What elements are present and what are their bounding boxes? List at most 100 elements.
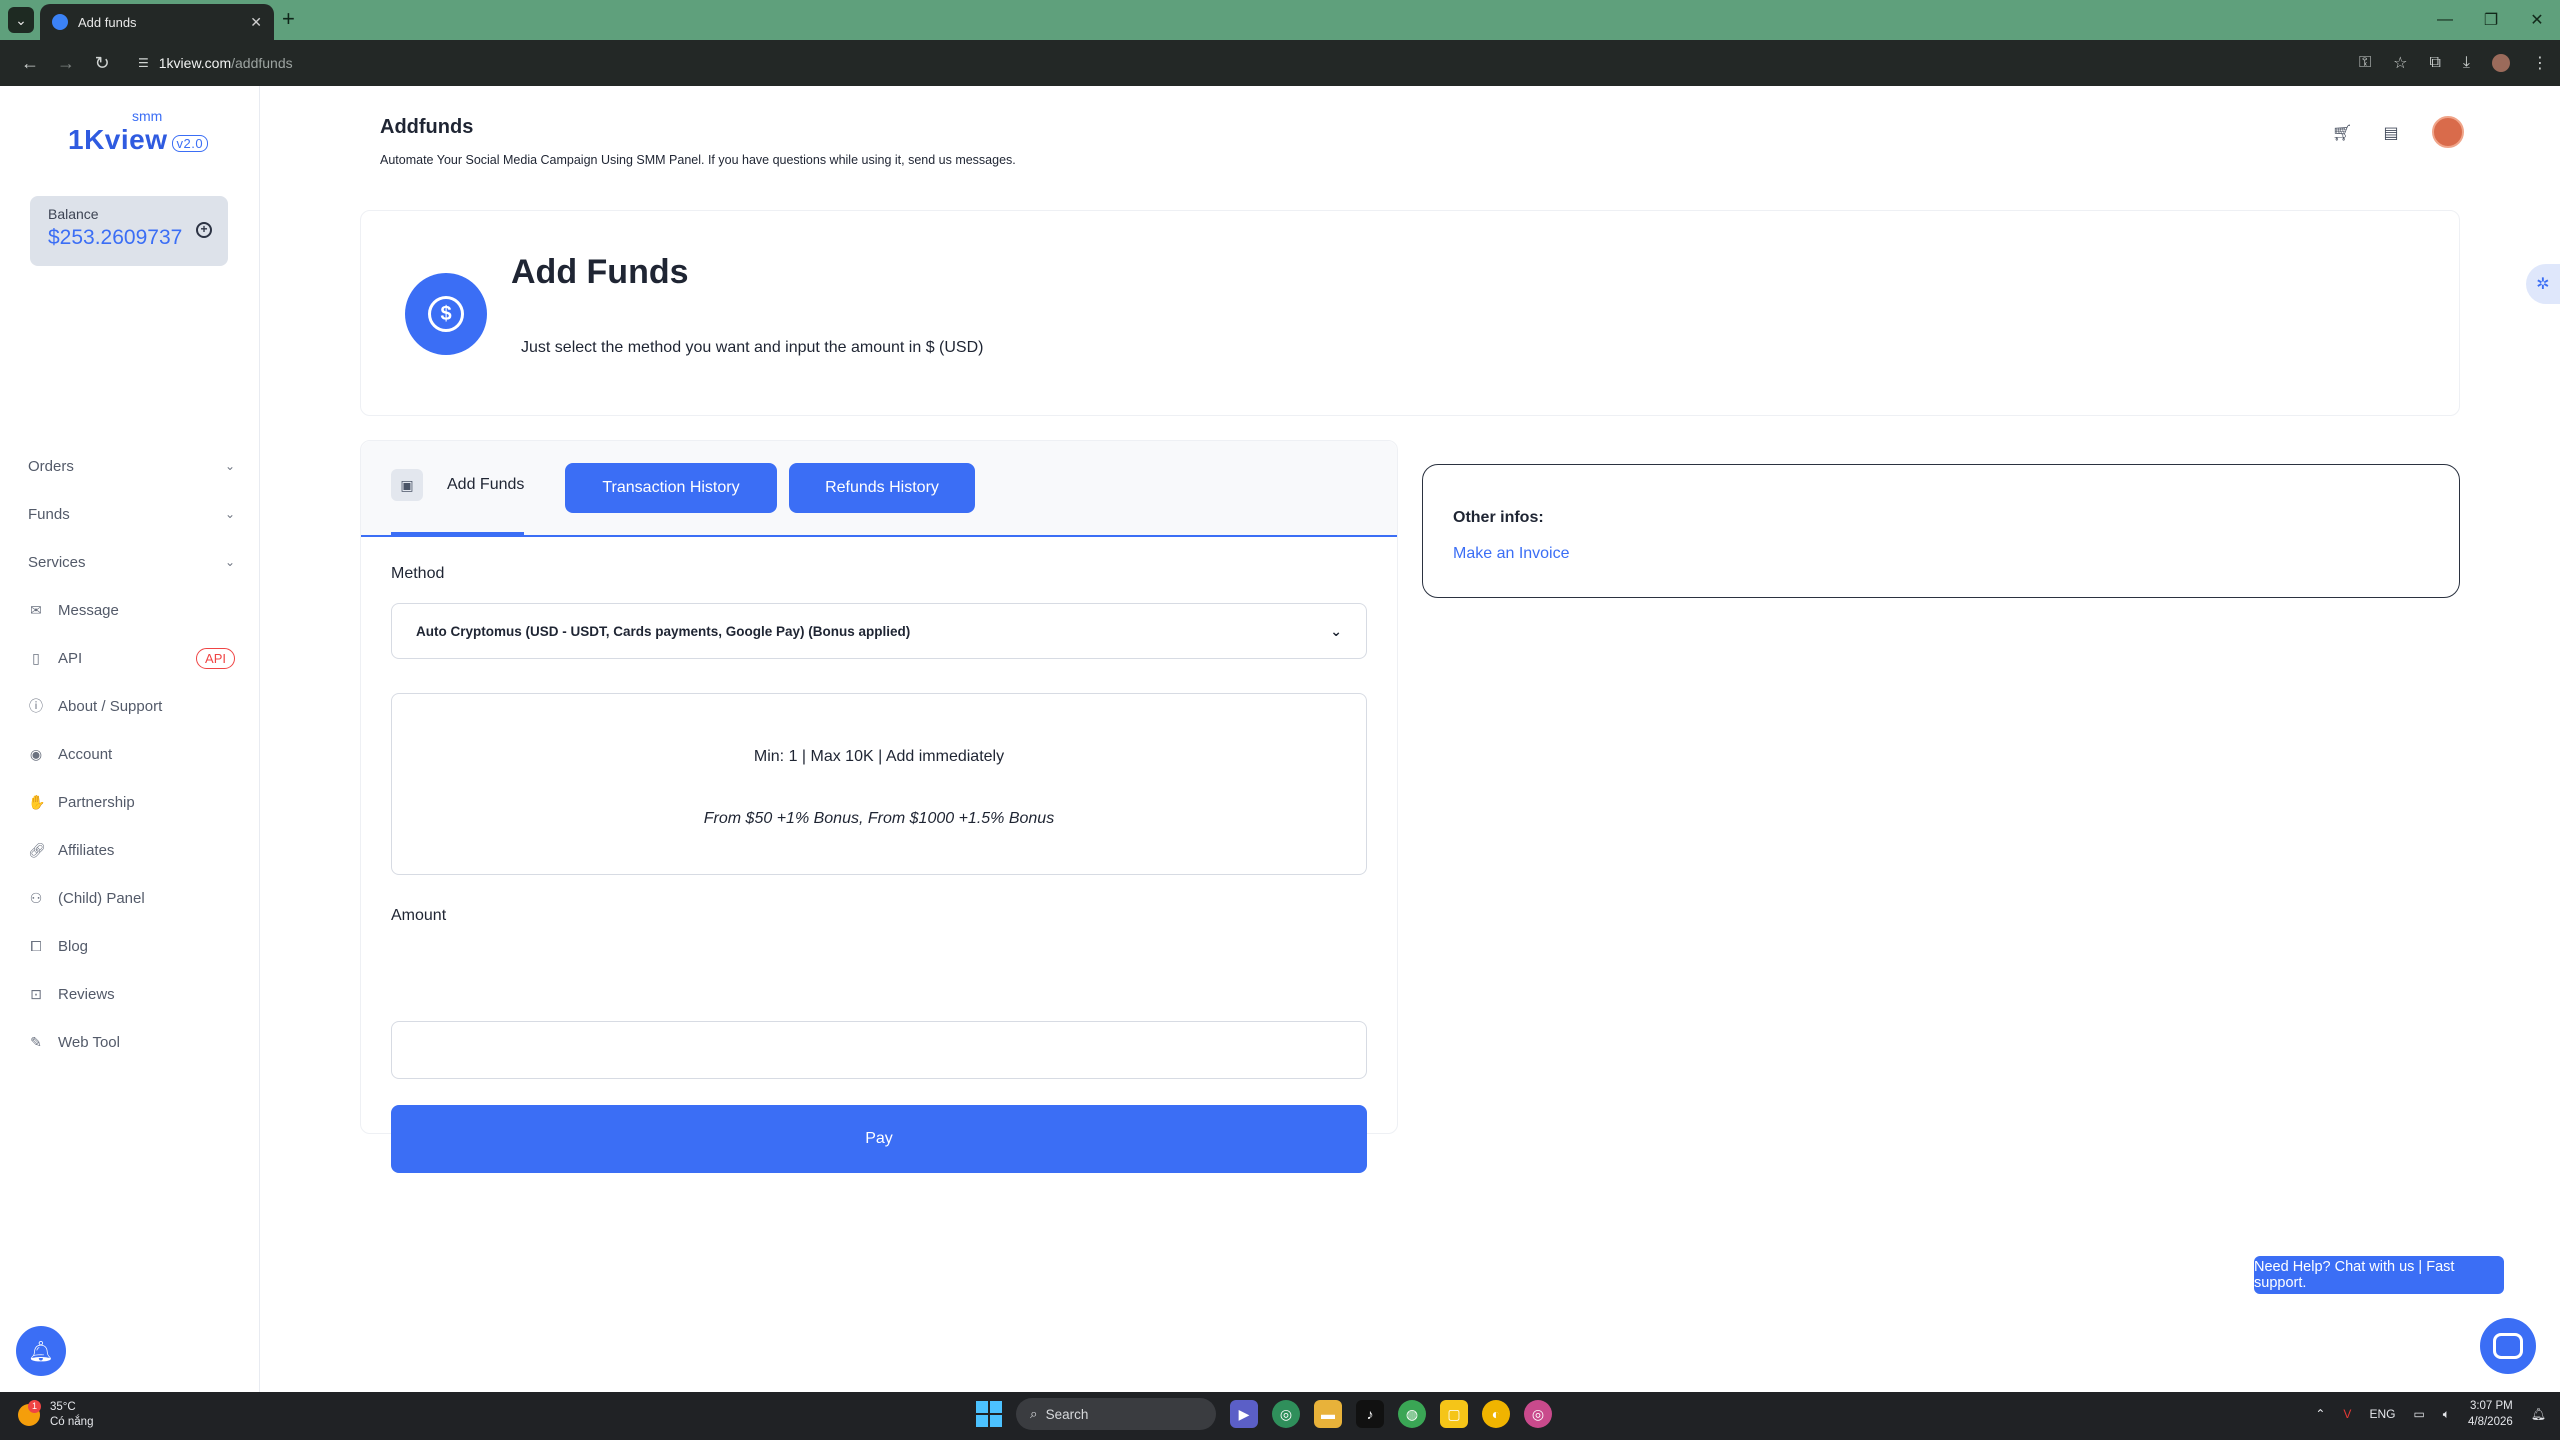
taskbar-clock[interactable]: 3:07 PM 4/8/2026 <box>2468 1398 2513 1430</box>
chevron-down-icon: ⌄ <box>224 555 235 569</box>
clock-time: 3:07 PM <box>2469 1400 2513 1412</box>
sidebar-item-api[interactable]: ▯ API API <box>0 634 259 682</box>
sidebar-item-label: About / Support <box>58 697 163 715</box>
windows-taskbar: 1 35°C Có nắng ⌕ Search ▶ ◎ ▬ ♪ ◍ ▢ ◐ ◎ … <box>0 1392 2560 1440</box>
method-limits-text: Min: 1 | Max 10K | Add immediately <box>753 748 1005 765</box>
new-tab-button[interactable]: + <box>282 8 295 30</box>
browser-menu-icon[interactable]: ⋮ <box>2532 53 2548 73</box>
api-badge: API <box>196 647 235 669</box>
app-icon[interactable]: ◍ <box>1398 1400 1426 1428</box>
sidebar-item-orders[interactable]: Orders ⌄ <box>0 442 259 490</box>
notification-card-icon[interactable]: ▤ <box>2382 123 2400 142</box>
sidebar-item-blog[interactable]: ⧠ Blog <box>0 922 259 970</box>
sidebar-item-label: Web Tool <box>58 1033 120 1051</box>
url-host: 1kview.com <box>158 55 232 71</box>
balance-value: $253.2609737 <box>48 226 183 249</box>
tab-search-button[interactable]: ⌄ <box>8 7 34 33</box>
pay-button[interactable]: Pay <box>391 1105 1367 1173</box>
sidebar-item-services[interactable]: Services ⌄ <box>0 538 259 586</box>
chevron-down-icon: ⌄ <box>224 507 235 521</box>
network-icon[interactable]: ▭ <box>2413 1407 2424 1421</box>
window-controls: — ❐ ✕ <box>2422 0 2560 40</box>
weather-widget[interactable]: 1 35°C Có nắng <box>18 1400 93 1430</box>
make-invoice-link[interactable]: Make an Invoice <box>1453 545 1570 563</box>
teams-app-icon[interactable]: ▶ <box>1230 1400 1258 1428</box>
banner-title: Add Funds <box>511 253 689 291</box>
other-infos-card: Other infos: Make an Invoice <box>1422 464 2460 598</box>
notification-bell-button[interactable]: 🔔︎ <box>16 1326 66 1376</box>
logo-name: 1Kview v2.0 <box>68 124 209 156</box>
message-icon: ✉ <box>30 601 42 618</box>
sidebar-item-child-panel[interactable]: ⚇ (Child) Panel <box>0 874 259 922</box>
site-info-icon[interactable]: ☰ <box>138 56 149 70</box>
reload-button[interactable]: ↻ <box>84 53 120 74</box>
logo-smm-text: smm <box>132 108 163 124</box>
sidebar-item-web-tool[interactable]: ✎ Web Tool <box>0 1018 259 1066</box>
user-avatar[interactable] <box>2432 116 2464 148</box>
sidebar-item-affiliates[interactable]: 🔗︎ Affiliates <box>0 826 259 874</box>
chrome-app-icon[interactable]: ◎ <box>1272 1400 1300 1428</box>
sidebar-item-about-support[interactable]: ⓘ About / Support <box>0 682 259 730</box>
weather-badge: 1 <box>28 1400 41 1413</box>
browser-tab-bar: ⌄ Add funds ✕ + — ❐ ✕ <box>0 0 2560 40</box>
method-select[interactable]: Auto Cryptomus (USD - USDT, Cards paymen… <box>391 603 1367 659</box>
close-window-button[interactable]: ✕ <box>2514 0 2560 40</box>
site-logo[interactable]: smm 1Kview v2.0 <box>68 108 209 156</box>
clock-date: 4/8/2026 <box>2468 1416 2513 1428</box>
sidebar-item-label: Blog <box>58 937 89 955</box>
downloads-icon[interactable]: ⤓ <box>2463 54 2470 72</box>
chat-button[interactable] <box>2480 1318 2536 1374</box>
tab-add-funds[interactable]: ▣ Add Funds <box>391 469 525 535</box>
taskbar-search[interactable]: ⌕ Search <box>1016 1398 1216 1430</box>
close-tab-icon[interactable]: ✕ <box>250 14 262 31</box>
notification-icon[interactable]: 🔔︎ <box>2531 1407 2546 1421</box>
windows-start-icon[interactable] <box>976 1401 1002 1427</box>
chevron-down-icon: ⌄ <box>1330 622 1342 639</box>
site-favicon-icon <box>52 14 68 30</box>
sidebar-item-label: Affiliates <box>58 841 115 859</box>
sidebar-item-partnership[interactable]: ✋ Partnership <box>0 778 259 826</box>
sidebar-item-reviews[interactable]: ⊡ Reviews <box>0 970 259 1018</box>
back-button[interactable]: ← <box>12 53 48 74</box>
chrome-profile-app-icon[interactable]: ◎ <box>1524 1400 1552 1428</box>
amount-input[interactable] <box>391 1021 1367 1079</box>
taskbar-apps: ⌕ Search ▶ ◎ ▬ ♪ ◍ ▢ ◐ ◎ <box>976 1398 1552 1430</box>
app-icon[interactable]: ▢ <box>1440 1400 1468 1428</box>
bookmark-star-icon[interactable]: ☆ <box>2393 53 2407 73</box>
sidebar-item-account[interactable]: ◉ Account <box>0 730 259 778</box>
support-chat-prompt[interactable]: Need Help? Chat with us | Fast support. <box>2254 1256 2504 1294</box>
edit-icon: ✎ <box>30 1033 42 1050</box>
tiktok-app-icon[interactable]: ♪ <box>1356 1400 1384 1428</box>
banner-subtitle: Just select the method you want and inpu… <box>521 339 984 356</box>
profile-avatar-icon[interactable] <box>2492 54 2510 72</box>
tray-expand-icon[interactable]: ⌃ <box>2315 1407 2325 1421</box>
sidebar-item-funds[interactable]: Funds ⌄ <box>0 490 259 538</box>
user-icon: ◉ <box>29 745 43 762</box>
bookmark-icon: ⊡ <box>30 985 42 1002</box>
sidebar-item-message[interactable]: ✉ Message <box>0 586 259 634</box>
page: smm 1Kview v2.0 Balance $253.2609737 + O… <box>0 86 2560 1392</box>
method-selected-value: Auto Cryptomus (USD - USDT, Cards paymen… <box>416 623 911 639</box>
browser-tab[interactable]: Add funds ✕ <box>40 4 274 40</box>
cart-icon[interactable]: 🛒︎ <box>2332 123 2352 142</box>
tab-refunds-history[interactable]: Refunds History <box>789 463 975 513</box>
minimize-button[interactable]: — <box>2422 0 2468 40</box>
tab-transaction-history[interactable]: Transaction History <box>565 463 777 513</box>
url-field[interactable]: ☰ 1kview.com/addfunds <box>130 47 2290 79</box>
file-explorer-icon[interactable]: ▬ <box>1314 1400 1342 1428</box>
tray-app-icon[interactable]: V <box>2343 1407 2351 1421</box>
add-balance-icon[interactable]: + <box>196 222 212 238</box>
accessibility-widget-button[interactable]: ✲ <box>2526 264 2560 304</box>
extensions-icon[interactable]: ⧉ <box>2429 54 2440 72</box>
password-key-icon[interactable]: ⚿ <box>2359 54 2371 72</box>
forward-button[interactable]: → <box>48 53 84 74</box>
restore-button[interactable]: ❐ <box>2468 0 2514 40</box>
chat-bubble-icon <box>2493 1333 2523 1359</box>
users-icon: ⚇ <box>29 889 43 906</box>
tab-label: Add Funds <box>447 476 525 493</box>
language-indicator[interactable]: ENG <box>2369 1407 2395 1421</box>
app-icon[interactable]: ◐ <box>1482 1400 1510 1428</box>
weather-temperature: 35°C <box>50 1401 76 1413</box>
add-funds-banner: $ Add Funds Just select the method you w… <box>360 210 2460 416</box>
volume-icon[interactable]: 🔈︎ <box>2443 1407 2450 1422</box>
